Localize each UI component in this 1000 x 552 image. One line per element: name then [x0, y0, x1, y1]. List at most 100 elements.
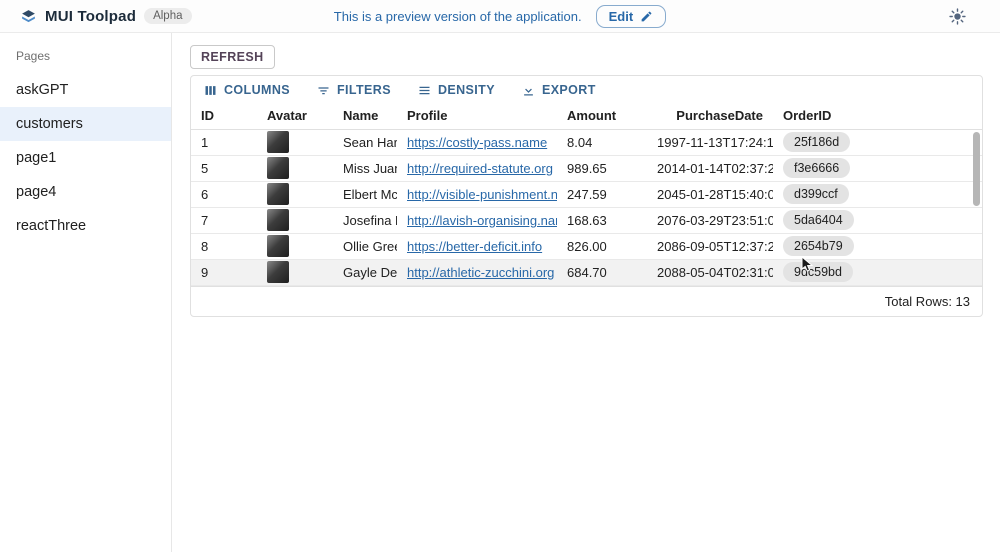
sidebar-item-label: reactThree [16, 218, 86, 234]
cell-purchasedate: 2014-01-14T02:37:28.536Z [647, 161, 773, 176]
orderid-chip[interactable]: d399ccf [783, 184, 849, 204]
columns-button[interactable]: COLUMNS [199, 81, 294, 100]
density-icon [417, 83, 432, 98]
app-bar-left: MUI Toolpad Alpha [20, 8, 300, 25]
app-bar-center: This is a preview version of the applica… [300, 5, 700, 28]
cell-amount: 168.63 [557, 213, 647, 228]
alpha-badge: Alpha [144, 8, 191, 24]
cell-purchasedate: 2045-01-28T15:40:06.325Z [647, 187, 773, 202]
app-title: MUI Toolpad [45, 8, 136, 25]
avatar [267, 209, 289, 231]
avatar [267, 235, 289, 257]
sidebar-section-label: Pages [0, 41, 171, 73]
column-header-name[interactable]: Name [333, 108, 397, 123]
app-bar-right [700, 8, 980, 25]
cell-name: Elbert McL… [333, 187, 397, 202]
vertical-scrollbar-thumb[interactable] [973, 132, 980, 206]
table-row[interactable]: 8 Ollie Green… https://better-deficit.in… [191, 234, 982, 260]
cell-name: Josefina P… [333, 213, 397, 228]
filters-button-label: FILTERS [337, 83, 391, 97]
cell-avatar [257, 261, 333, 283]
cell-amount: 8.04 [557, 135, 647, 150]
sun-icon [949, 8, 966, 25]
table-row[interactable]: 1 Sean Harris https://costly-pass.name 8… [191, 130, 982, 156]
profile-link[interactable]: http://lavish-organising.name [407, 213, 557, 228]
grid-rows: 1 Sean Harris https://costly-pass.name 8… [191, 130, 982, 286]
total-rows-label: Total Rows: 13 [885, 294, 970, 309]
main-content: REFRESH COLUMNS FILTERS [172, 33, 1000, 552]
cell-id: 5 [191, 161, 257, 176]
edit-button[interactable]: Edit [596, 5, 667, 28]
column-header-id[interactable]: ID [191, 108, 257, 123]
sidebar-item-label: page4 [16, 184, 56, 200]
preview-banner-text: This is a preview version of the applica… [334, 9, 582, 24]
table-row[interactable]: 5 Miss Juan … http://required-statute.or… [191, 156, 982, 182]
pencil-icon [640, 10, 653, 23]
cell-avatar [257, 183, 333, 205]
table-row[interactable]: 9 Gayle Den… http://athletic-zucchini.or… [191, 260, 982, 286]
grid-viewport: 1 Sean Harris https://costly-pass.name 8… [191, 130, 982, 287]
avatar [267, 131, 289, 153]
sidebar-item-page4[interactable]: page4 [0, 175, 171, 209]
sidebar-item-page1[interactable]: page1 [0, 141, 171, 175]
view-columns-icon [203, 83, 218, 98]
cell-id: 7 [191, 213, 257, 228]
sidebar-item-reactThree[interactable]: reactThree [0, 209, 171, 243]
cell-purchasedate: 2076-03-29T23:51:07.968Z [647, 213, 773, 228]
download-icon [521, 83, 536, 98]
profile-link[interactable]: http://visible-punishment.net [407, 187, 557, 202]
cell-amount: 684.70 [557, 265, 647, 280]
orderid-chip[interactable]: 25f186d [783, 132, 850, 152]
cell-purchasedate: 2088-05-04T02:31:03.294Z [647, 265, 773, 280]
density-button-label: DENSITY [438, 83, 495, 97]
export-button[interactable]: EXPORT [517, 81, 600, 100]
sidebar-item-label: page1 [16, 150, 56, 166]
avatar [267, 157, 289, 179]
columns-button-label: COLUMNS [224, 83, 290, 97]
edit-button-label: Edit [609, 9, 634, 24]
column-header-purchasedate[interactable]: PurchaseDate [647, 108, 773, 123]
table-row[interactable]: 6 Elbert McL… http://visible-punishment.… [191, 182, 982, 208]
sidebar-item-customers[interactable]: customers [0, 107, 171, 141]
refresh-button[interactable]: REFRESH [190, 45, 275, 69]
filters-button[interactable]: FILTERS [312, 81, 395, 100]
orderid-chip[interactable]: 9dc59bd [783, 262, 853, 282]
table-row[interactable]: 7 Josefina P… http://lavish-organising.n… [191, 208, 982, 234]
profile-link[interactable]: https://better-deficit.info [407, 239, 542, 254]
cell-amount: 826.00 [557, 239, 647, 254]
toolpad-logo-icon [20, 8, 37, 25]
avatar [267, 183, 289, 205]
theme-toggle-button[interactable] [949, 8, 966, 25]
cell-amount: 989.65 [557, 161, 647, 176]
orderid-chip[interactable]: 5da6404 [783, 210, 854, 230]
cell-avatar [257, 209, 333, 231]
orderid-chip[interactable]: f3e6666 [783, 158, 850, 178]
grid-footer: Total Rows: 13 [191, 286, 982, 316]
orderid-chip[interactable]: 2654b79 [783, 236, 854, 256]
sidebar-item-askGPT[interactable]: askGPT [0, 73, 171, 107]
column-header-orderid[interactable]: OrderID [773, 108, 982, 123]
data-grid: COLUMNS FILTERS DENSITY [190, 75, 983, 317]
cell-avatar [257, 131, 333, 153]
cell-avatar [257, 235, 333, 257]
cell-id: 6 [191, 187, 257, 202]
column-header-profile[interactable]: Profile [397, 108, 557, 123]
cell-amount: 247.59 [557, 187, 647, 202]
cell-purchasedate: 2086-09-05T12:37:27.015Z [647, 239, 773, 254]
grid-toolbar: COLUMNS FILTERS DENSITY [191, 76, 982, 103]
cell-name: Miss Juan … [333, 161, 397, 176]
sidebar-item-label: askGPT [16, 82, 68, 98]
profile-link[interactable]: http://required-statute.org [407, 161, 553, 176]
cell-name: Gayle Den… [333, 265, 397, 280]
density-button[interactable]: DENSITY [413, 81, 499, 100]
export-button-label: EXPORT [542, 83, 596, 97]
profile-link[interactable]: http://athletic-zucchini.org [407, 265, 554, 280]
cell-purchasedate: 1997-11-13T17:24:11.769Z [647, 135, 773, 150]
cell-id: 8 [191, 239, 257, 254]
sidebar-item-label: customers [16, 116, 83, 132]
column-header-avatar[interactable]: Avatar [257, 108, 333, 123]
column-header-amount[interactable]: Amount [557, 108, 647, 123]
cell-id: 1 [191, 135, 257, 150]
profile-link[interactable]: https://costly-pass.name [407, 135, 547, 150]
sidebar: Pages askGPT customers page1 page4 react… [0, 33, 172, 552]
